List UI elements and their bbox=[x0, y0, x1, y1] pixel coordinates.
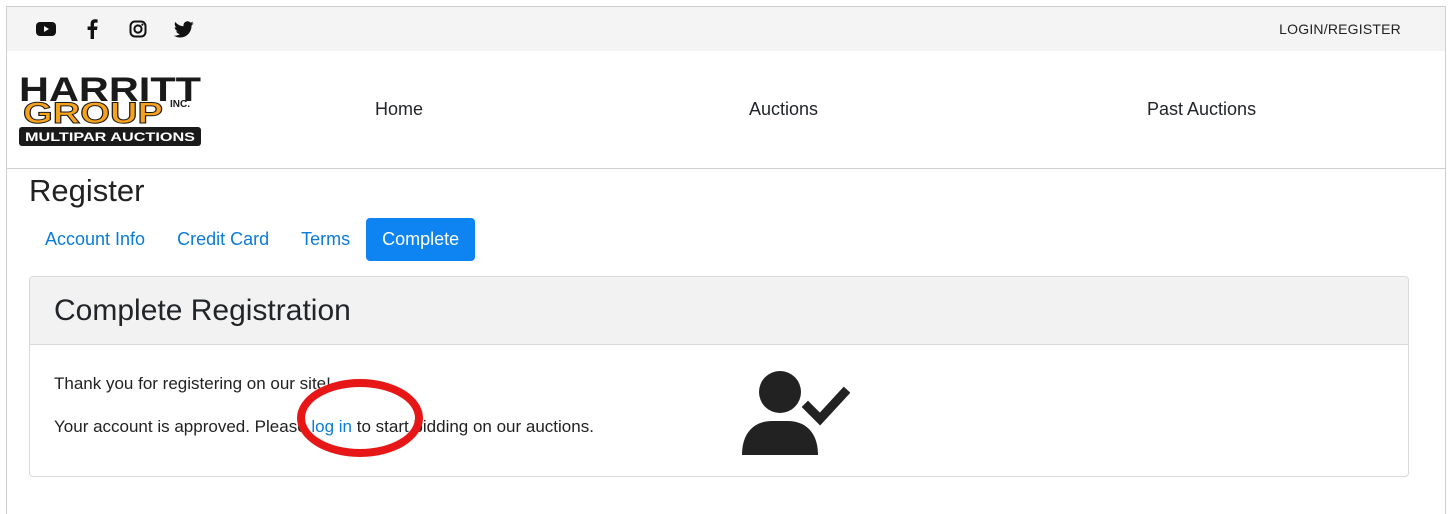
browser-page: LOGIN/REGISTER HARRITT GROUP INC. MULTIP… bbox=[6, 6, 1446, 514]
card-title: Complete Registration bbox=[54, 293, 351, 327]
log-in-link[interactable]: log in bbox=[311, 417, 352, 436]
twitter-icon[interactable] bbox=[173, 18, 195, 40]
youtube-icon[interactable] bbox=[35, 18, 57, 40]
nav-home[interactable]: Home bbox=[375, 99, 423, 120]
page-title: Register bbox=[29, 173, 145, 208]
svg-text:INC.: INC. bbox=[170, 99, 190, 110]
approved-suffix: to start bidding on our auctions. bbox=[352, 417, 594, 436]
user-check-icon bbox=[740, 367, 851, 457]
nav-auctions[interactable]: Auctions bbox=[749, 99, 818, 120]
registration-steps: Account Info Credit Card Terms Complete bbox=[29, 218, 476, 261]
step-account-info[interactable]: Account Info bbox=[29, 218, 161, 261]
facebook-icon[interactable] bbox=[81, 18, 103, 40]
social-links bbox=[35, 18, 195, 40]
svg-text:GROUP: GROUP bbox=[23, 97, 163, 130]
thank-you-message: Thank you for registering on our site! bbox=[54, 374, 331, 393]
instagram-icon[interactable] bbox=[127, 18, 149, 40]
approved-prefix: Your account is approved. Please bbox=[54, 417, 312, 436]
step-terms[interactable]: Terms bbox=[285, 218, 366, 261]
top-bar: LOGIN/REGISTER bbox=[7, 7, 1445, 51]
nav-past-auctions[interactable]: Past Auctions bbox=[1147, 99, 1256, 120]
login-register-link[interactable]: LOGIN/REGISTER bbox=[1279, 21, 1401, 37]
card-body: Thank you for registering on our site! Y… bbox=[30, 345, 1408, 455]
svg-text:MULTIPAR AUCTIONS: MULTIPAR AUCTIONS bbox=[25, 132, 195, 144]
card-header: Complete Registration bbox=[30, 277, 1408, 345]
step-credit-card[interactable]: Credit Card bbox=[161, 218, 285, 261]
company-logo[interactable]: HARRITT GROUP INC. MULTIPAR AUCTIONS bbox=[19, 71, 203, 149]
complete-registration-card: Complete Registration Thank you for regi… bbox=[29, 276, 1409, 477]
step-complete[interactable]: Complete bbox=[366, 218, 476, 261]
main-navbar: HARRITT GROUP INC. MULTIPAR AUCTIONS Hom… bbox=[7, 51, 1445, 169]
approved-message: Your account is approved. Please log in … bbox=[54, 417, 594, 437]
